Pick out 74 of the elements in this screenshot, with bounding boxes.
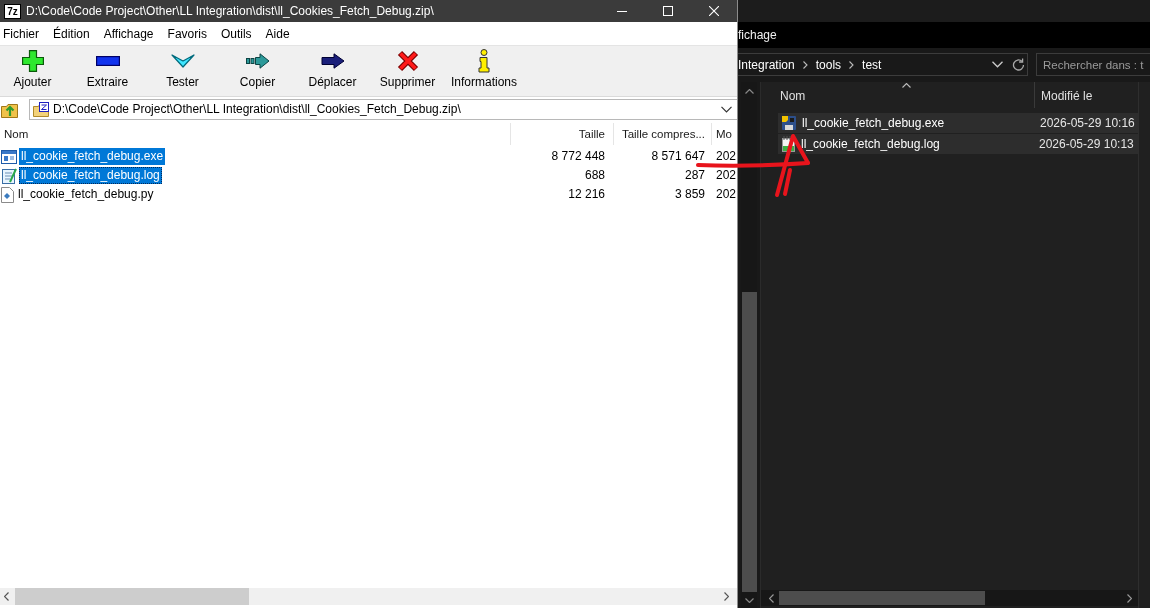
horizontal-scrollbar[interactable]	[761, 590, 1138, 606]
scroll-right-icon[interactable]	[724, 592, 729, 601]
info-icon	[477, 49, 491, 73]
chevron-down-icon[interactable]	[721, 105, 732, 113]
move-button[interactable]: Déplacer	[300, 46, 365, 96]
date-cell-text: 2026-05-29 10:16	[1039, 116, 1135, 130]
add-button[interactable]: Ajouter	[0, 46, 65, 96]
scroll-up-icon[interactable]	[744, 89, 754, 94]
menu-item[interactable]: Favoris	[167, 26, 207, 41]
table-cell-text: 688	[583, 167, 606, 184]
minimize-icon	[617, 10, 627, 12]
file-row[interactable]: ll_cookie_fetch_debug.exe 2026-05-29 10:16	[778, 113, 1138, 133]
info-button[interactable]: Informations	[450, 46, 519, 96]
menu-item[interactable]: Outils	[220, 26, 252, 41]
table-cell-text: 3 859	[673, 186, 706, 203]
scroll-right-icon[interactable]	[1127, 593, 1132, 603]
refresh-icon[interactable]	[1012, 58, 1025, 71]
cross-icon	[396, 50, 419, 72]
file-name: ll_cookie_fetch_debug.exe	[802, 116, 946, 130]
chevron-right-icon	[849, 60, 855, 69]
menu-item[interactable]: Fichier	[3, 26, 39, 41]
archive-icon	[33, 101, 49, 117]
scrollbar-thumb[interactable]	[741, 292, 757, 592]
table-cell-text: 202	[715, 186, 737, 203]
column-header[interactable]: Modifié le	[1035, 82, 1093, 103]
table-cell-text: 8 772 448	[550, 148, 606, 165]
column-header[interactable]: Mo	[712, 123, 737, 145]
test-button[interactable]: Tester	[150, 46, 215, 96]
column-header[interactable]: Taille	[511, 123, 614, 145]
close-icon	[709, 6, 719, 16]
sort-caret-icon	[901, 83, 911, 88]
window-title: D:\Code\Code Project\Other\LL Integration\dist\ll_Cookies_Fetch_Debug.zip\	[26, 4, 435, 18]
menu-item[interactable]: fichage	[738, 28, 777, 42]
file-name[interactable]: ll_cookie_fetch_debug.py	[16, 186, 156, 203]
arrow-right-icon	[245, 53, 270, 69]
file-name[interactable]: ll_cookie_fetch_debug.log	[19, 167, 162, 184]
scroll-down-icon[interactable]	[744, 598, 754, 603]
file-name[interactable]: ll_cookie_fetch_debug.exe	[19, 148, 166, 165]
address-field[interactable]: D:\Code\Code Project\Other\LL Integration\dist\ll_Cookies_Fetch_Debug.zip\	[29, 98, 737, 120]
menu-item[interactable]: Affichage	[103, 26, 154, 41]
scroll-left-icon[interactable]	[769, 593, 774, 603]
scroll-left-icon[interactable]	[4, 592, 9, 601]
table-cell-text: 202	[715, 167, 737, 184]
copy-button[interactable]: Copier	[225, 46, 290, 96]
scrollbar-thumb[interactable]	[779, 591, 985, 605]
horizontal-scrollbar[interactable]	[0, 588, 737, 605]
table-cell-text: 12 216	[567, 186, 606, 203]
column-header[interactable]: Nom	[0, 123, 511, 145]
table-cell-text: 8 571 647	[650, 148, 706, 165]
scrollbar-thumb[interactable]	[15, 588, 249, 605]
app-logo: 7z	[4, 3, 21, 19]
chevron-right-icon	[802, 60, 808, 69]
arrow-right-icon	[320, 53, 345, 69]
address-bar[interactable]: Integration tools test	[738, 53, 1028, 76]
maximize-icon	[663, 6, 673, 16]
menu-item[interactable]: Aide	[265, 26, 290, 41]
date-cell-text: 2026-05-29 10:13	[1038, 137, 1134, 151]
breadcrumb-item[interactable]: tools	[815, 57, 842, 72]
file-name: ll_cookie_fetch_debug.log	[801, 137, 941, 151]
column-header[interactable]: Nom	[778, 89, 806, 103]
file-row[interactable]: ll_cookie_fetch_debug.log 2026-05-29 10:13	[778, 134, 1138, 154]
chevron-down-icon	[170, 54, 195, 68]
minus-icon	[95, 56, 120, 66]
breadcrumb-item[interactable]: test	[862, 57, 882, 72]
delete-button[interactable]: Supprimer	[375, 46, 440, 96]
menu-item[interactable]: Édition	[53, 26, 90, 41]
table-cell-text: 287	[683, 167, 706, 184]
notepad-icon	[1, 167, 17, 184]
search-field[interactable]: Rechercher dans : t	[1036, 53, 1150, 76]
plus-icon	[21, 50, 44, 72]
column-header[interactable]: Taille compres...	[614, 123, 712, 145]
breadcrumb-item[interactable]: Integration	[738, 57, 795, 72]
table-cell-text: 202	[715, 148, 737, 165]
extract-button[interactable]: Extraire	[75, 46, 140, 96]
